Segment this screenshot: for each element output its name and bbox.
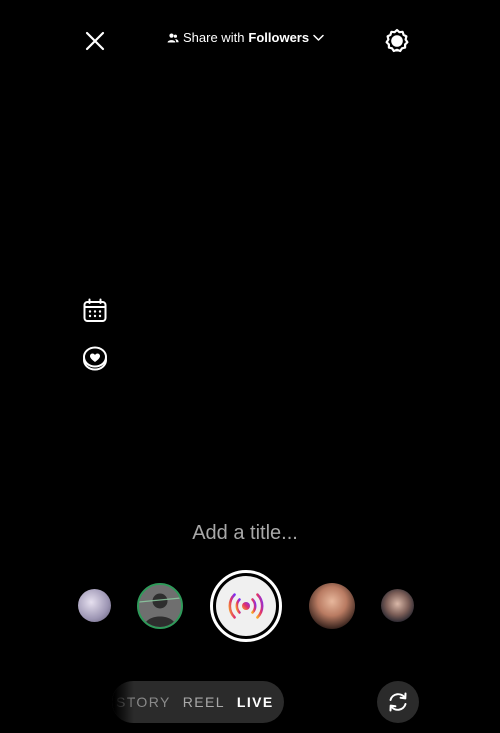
avatar-icon xyxy=(139,585,181,627)
settings-button[interactable] xyxy=(383,27,411,55)
go-live-button[interactable] xyxy=(210,570,282,642)
effect-thumbnail[interactable] xyxy=(137,583,183,629)
schedule-live-button[interactable] xyxy=(82,298,108,324)
mode-story[interactable]: STORY xyxy=(116,694,171,710)
camera-flip-icon xyxy=(389,692,407,712)
flip-camera-button[interactable] xyxy=(377,681,419,723)
people-icon xyxy=(167,33,179,42)
go-live-button-inner xyxy=(216,576,276,636)
effect-thumbnail[interactable] xyxy=(381,589,414,622)
camera-mode-selector: STORY REEL LIVE xyxy=(112,681,284,723)
close-icon xyxy=(85,31,105,51)
mode-reel[interactable]: REEL xyxy=(183,694,225,710)
chevron-down-icon xyxy=(313,34,324,41)
live-title-input[interactable] xyxy=(130,518,360,548)
share-prefix-label: Share with xyxy=(183,30,245,45)
close-button[interactable] xyxy=(82,28,108,54)
mode-live[interactable]: LIVE xyxy=(237,694,274,710)
calendar-icon xyxy=(83,298,107,322)
effect-thumbnail[interactable] xyxy=(309,583,355,629)
gear-icon xyxy=(385,28,409,53)
effect-thumbnail[interactable] xyxy=(78,589,111,622)
share-audience-selector[interactable]: Share with Followers xyxy=(167,30,324,45)
live-broadcast-icon xyxy=(228,593,264,619)
share-audience-label: Followers xyxy=(248,30,310,45)
fundraiser-button[interactable] xyxy=(82,345,108,371)
heart-coin-icon xyxy=(83,346,107,371)
